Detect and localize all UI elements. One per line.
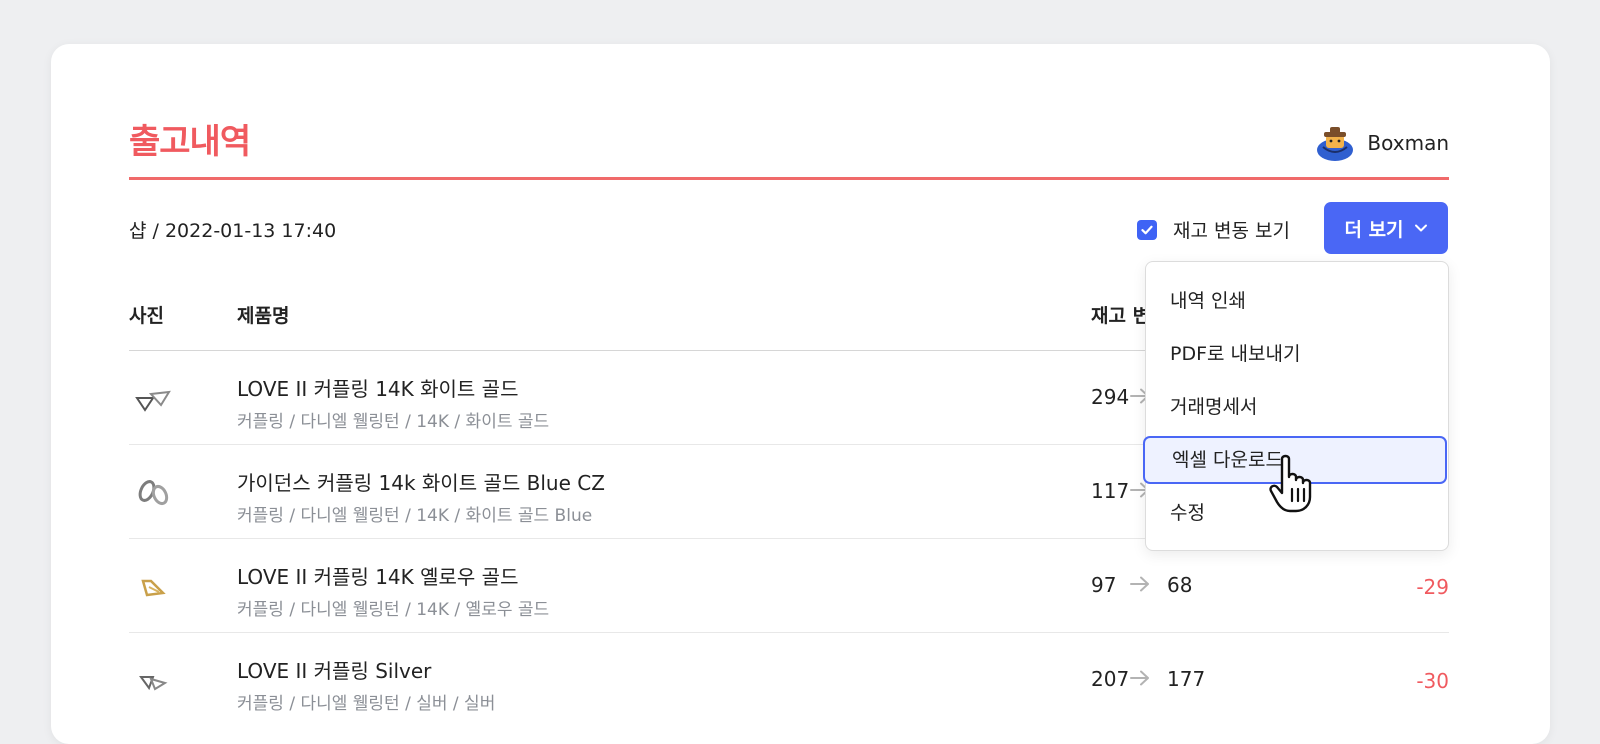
column-header-stock-change: 재고 변 (1091, 305, 1151, 327)
shop-datetime: 샵 / 2022-01-13 17:40 (129, 220, 337, 242)
stock-before: 294 (1091, 385, 1130, 409)
stock-after: 68 (1167, 573, 1193, 597)
menu-item-print[interactable]: 내역 인쇄 (1146, 277, 1448, 325)
product-thumbnail-ring (141, 579, 166, 597)
product-category: 커플링 / 다니엘 웰링턴 / 14K / 화이트 골드 (237, 412, 550, 432)
product-name: LOVE II 커플링 Silver (237, 659, 432, 683)
user-profile[interactable]: Boxman (1315, 123, 1449, 163)
stock-before: 117 (1091, 479, 1130, 503)
product-category: 커플링 / 다니엘 웰링턴 / 14K / 화이트 골드 Blue (237, 506, 593, 526)
checkbox-checked-icon[interactable] (1137, 219, 1157, 240)
page-title: 출고내역 (129, 122, 251, 162)
column-header-photo: 사진 (129, 305, 164, 327)
show-stock-change-toggle[interactable]: 재고 변동 보기 (1137, 216, 1290, 243)
chevron-down-icon (1414, 224, 1427, 232)
product-thumbnail-ring (135, 390, 171, 412)
product-name: LOVE II 커플링 14K 화이트 골드 (237, 377, 519, 401)
stock-diff: -29 (1416, 575, 1449, 599)
stock-before: 207 (1091, 667, 1130, 691)
arrow-right-icon (1130, 670, 1149, 686)
column-header-name: 제품명 (237, 305, 290, 327)
menu-item-statement[interactable]: 거래명세서 (1146, 383, 1448, 431)
more-button[interactable]: 더 보기 (1324, 202, 1448, 254)
arrow-right-icon (1130, 576, 1149, 592)
product-category: 커플링 / 다니엘 웰링턴 / 14K / 옐로우 골드 (237, 600, 550, 620)
stock-before: 97 (1091, 573, 1117, 597)
more-button-label: 더 보기 (1344, 218, 1404, 241)
menu-item-export-pdf[interactable]: PDF로 내보내기 (1146, 330, 1448, 378)
username: Boxman (1367, 131, 1449, 155)
stock-after: 177 (1167, 667, 1206, 691)
product-category: 커플링 / 다니엘 웰링턴 / 실버 / 실버 (237, 694, 496, 714)
table-row[interactable]: LOVE II 커플링 Silver 커플링 / 다니엘 웰링턴 / 실버 / … (129, 633, 1449, 727)
product-name: 가이던스 커플링 14k 화이트 골드 Blue CZ (237, 471, 605, 495)
hand-pointer-icon (1269, 454, 1312, 513)
product-name: LOVE II 커플링 14K 옐로우 골드 (237, 565, 519, 589)
avatar-icon (1317, 127, 1354, 161)
product-thumbnail-ring (139, 676, 168, 691)
stock-diff: -30 (1416, 669, 1449, 693)
title-underline (129, 177, 1449, 180)
table-row[interactable]: LOVE II 커플링 14K 옐로우 골드 커플링 / 다니엘 웰링턴 / 1… (129, 539, 1449, 633)
product-thumbnail-ring (138, 480, 169, 506)
show-stock-change-label: 재고 변동 보기 (1173, 220, 1290, 242)
